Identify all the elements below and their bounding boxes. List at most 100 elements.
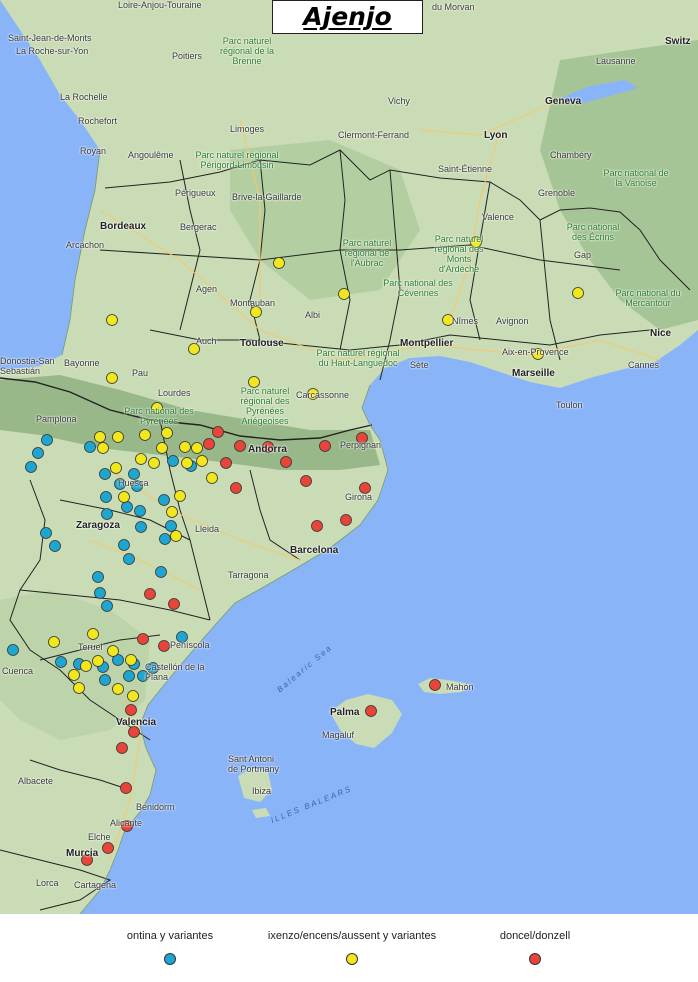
dot-ontina-8: [167, 455, 179, 467]
label-morvan: du Morvan: [432, 2, 475, 12]
dot-ixenzo-4: [106, 314, 118, 326]
dot-ixenzo-1: [273, 257, 285, 269]
dot-ixenzo-22: [148, 457, 160, 469]
dot-ixenzo-38: [125, 654, 137, 666]
label-lourdes: Lourdes: [158, 388, 191, 398]
label-brive: Brive-la-Gaillarde: [232, 192, 302, 202]
title-box: Ajenjo: [272, 0, 423, 34]
label-toulouse: Toulouse: [240, 338, 284, 349]
dot-ontina-10: [100, 491, 112, 503]
label-pyrenees: Parc national des Pyrénées: [124, 406, 194, 426]
label-cannes: Cannes: [628, 360, 660, 370]
dot-ontina-4: [99, 468, 111, 480]
dot-doncel-2: [234, 440, 246, 452]
label-lorca: Lorca: [36, 878, 59, 888]
dot-ontina-32: [123, 670, 135, 682]
label-larochelle: La Rochelle: [60, 92, 108, 102]
dot-doncel-4: [319, 440, 331, 452]
label-montpellier: Montpellier: [400, 338, 454, 349]
label-angouleme: Angoulême: [128, 150, 174, 160]
dot-ontina-23: [92, 571, 104, 583]
label-avignon: Avignon: [496, 316, 529, 326]
label-nice: Nice: [650, 328, 672, 339]
label-sete: Sète: [410, 360, 429, 370]
label-andorra: Andorra: [248, 444, 287, 455]
dot-doncel-20: [128, 726, 140, 738]
label-cevennes: Parc national des Cévennes: [383, 278, 453, 298]
dot-ixenzo-14: [112, 431, 124, 443]
dot-ontina-15: [101, 508, 113, 520]
label-teruel: Teruel: [78, 642, 103, 652]
label-perpignan: Perpignan: [340, 440, 382, 450]
dot-doncel-7: [280, 456, 292, 468]
dot-doncel-6: [220, 457, 232, 469]
label-grenoble: Grenoble: [538, 188, 576, 198]
legend-label-ontina: ontina y variantes: [126, 930, 214, 942]
label-cuenca: Cuenca: [2, 666, 34, 676]
dot-ontina-26: [7, 644, 19, 656]
label-stetienne: Saint-Étienne: [438, 164, 493, 174]
label-murcia: Murcia: [66, 848, 99, 859]
label-limoges: Limoges: [230, 124, 265, 134]
map-title: Ajenjo: [303, 2, 392, 31]
dot-ixenzo-18: [156, 442, 168, 454]
label-valence: Valence: [482, 212, 514, 222]
dot-ixenzo-35: [80, 660, 92, 672]
dot-ontina-18: [49, 540, 61, 552]
dot-ixenzo-24: [196, 455, 208, 467]
dot-ontina-13: [158, 494, 170, 506]
label-pau: Pau: [132, 368, 149, 378]
legend-item-ontina: ontina y variantes: [110, 930, 230, 970]
label-lyon: Lyon: [484, 130, 508, 141]
label-perigueux: Périgueux: [175, 188, 216, 198]
label-peniscola: Peníscola: [170, 640, 210, 650]
dot-ixenzo-3: [572, 287, 584, 299]
label-royan: Royan: [80, 146, 107, 156]
label-vichy: Vichy: [388, 96, 410, 106]
label-toulon: Toulon: [556, 400, 583, 410]
dot-ixenzo-5: [250, 306, 262, 318]
label-mercantour: Parc national du Mercantour: [615, 288, 681, 308]
label-poitiers: Poitiers: [172, 51, 203, 61]
label-perigord: Parc naturel régional Périgord-Limousin: [195, 150, 279, 170]
dot-doncel-12: [311, 520, 323, 532]
dot-ixenzo-26: [206, 472, 218, 484]
dot-ontina-34: [99, 674, 111, 686]
label-santantoni: Sant Antoni de Portmany: [228, 754, 280, 774]
legend-label-doncel: doncel/donzell: [499, 930, 571, 942]
dot-ontina-17: [40, 527, 52, 539]
legend-dot-ixenzo: [346, 953, 358, 965]
legend-dot-ontina: [164, 953, 176, 965]
label-ariegeoises: Parc naturel régional des Pyrénées Ariég…: [240, 386, 290, 426]
legend-label-ixenzo: ixenzo/encens/aussent y variantes: [267, 930, 437, 942]
label-ardeche: Parc naturel régional des Monts d'Ardèch…: [434, 234, 484, 274]
dot-ixenzo-30: [170, 530, 182, 542]
legend: ontina y variantes ixenzo/encens/aussent…: [0, 914, 698, 982]
label-albi: Albi: [305, 310, 321, 320]
dot-ontina-24: [94, 587, 106, 599]
dot-doncel-17: [429, 679, 441, 691]
dot-ixenzo-23: [181, 457, 193, 469]
dot-doncel-24: [102, 842, 114, 854]
label-zaragoza: Zaragoza: [76, 520, 120, 531]
map-area[interactable]: Loire-Anjou-Touraine Saint-Jean-de-Monts…: [0, 0, 698, 914]
label-cartagena: Cartagena: [74, 880, 117, 890]
label-pamplona: Pamplona: [36, 414, 77, 424]
dot-ixenzo-21: [135, 453, 147, 465]
label-gap: Gap: [574, 250, 592, 260]
dot-ixenzo-2: [338, 288, 350, 300]
label-palma: Palma: [330, 707, 360, 718]
label-arcachon: Arcachon: [66, 240, 105, 250]
dot-doncel-1: [203, 438, 215, 450]
label-mahon: Mahón: [446, 682, 474, 692]
label-geneva: Geneva: [545, 96, 582, 107]
label-barcelona: Barcelona: [290, 545, 339, 556]
label-tarragona: Tarragona: [228, 570, 269, 580]
legend-item-doncel: doncel/donzell: [480, 930, 590, 970]
dot-ixenzo-37: [107, 645, 119, 657]
label-albacete: Albacete: [18, 776, 54, 786]
label-chambery: Chambéry: [550, 150, 592, 160]
dot-ixenzo-13: [94, 431, 106, 443]
dot-doncel-9: [300, 475, 312, 487]
label-donostia: Donostia-San Sebastián: [0, 356, 55, 376]
